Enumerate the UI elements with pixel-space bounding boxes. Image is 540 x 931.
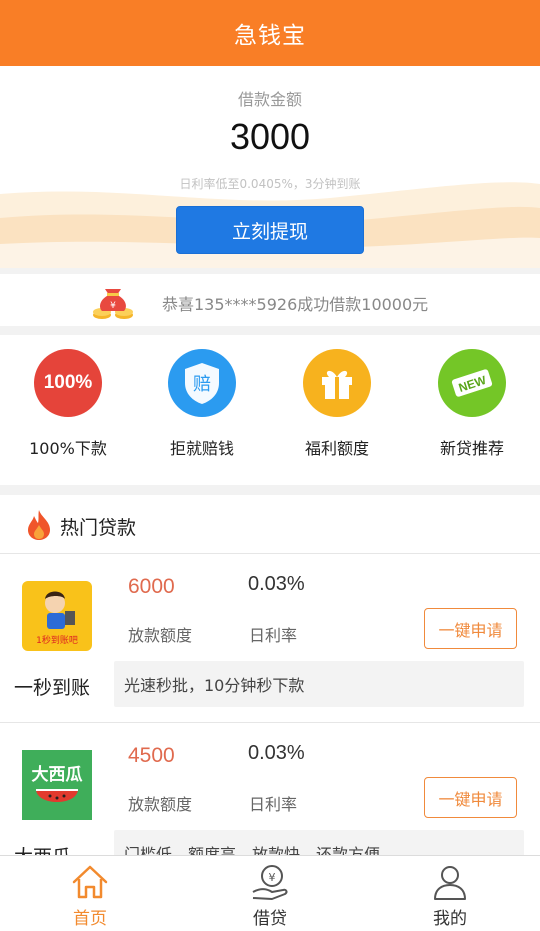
logo-text: 大西瓜 [32, 764, 83, 785]
feature-compensation[interactable]: 赔 拒就赔钱 [142, 349, 262, 459]
app-title: 急钱宝 [234, 23, 306, 49]
loan-icon: ¥ [252, 865, 288, 900]
shield-icon: 赔 [168, 349, 236, 417]
loan-hero: 借款金额 3000 日利率低至0.0405%，3分钟到账 立刻提现 [0, 66, 540, 268]
feature-guaranteed[interactable]: 100% 100%下款 [8, 349, 128, 459]
amount-label: 放款额度 [128, 795, 193, 814]
rate-label: 日利率 [249, 795, 298, 814]
withdraw-button[interactable]: 立刻提现 [176, 206, 364, 254]
loan-amount: 6000 [128, 575, 175, 598]
hot-loans-section: 热门贷款 1秒到账吧 一秒到账 6000 0.03% 放款额度 日利率 一键申请… [0, 495, 540, 892]
rate-text: 日利率低至0.0405%，3分钟到账 [179, 177, 361, 191]
bottom-tab-bar: 首页 ¥ 借贷 我的 [0, 855, 540, 931]
rate-label: 日利率 [249, 626, 298, 645]
feature-new-loan[interactable]: NEW 新贷推荐 [412, 349, 532, 459]
notice-bar: ¥ 恭喜135****5926成功借款10000元 [0, 274, 540, 326]
tab-home[interactable]: 首页 [30, 862, 150, 929]
feature-label: 福利额度 [304, 439, 369, 458]
tab-mine[interactable]: 我的 [390, 862, 510, 929]
tab-label: 首页 [73, 909, 107, 929]
gift-icon [303, 349, 371, 417]
section-header: 热门贷款 [0, 495, 540, 554]
loan-amount: 3000 [229, 116, 311, 157]
daily-rate: 0.03% [248, 573, 305, 595]
product-logo: 1秒到账吧 [22, 581, 92, 651]
tab-label: 借贷 [253, 909, 287, 929]
svg-text:¥: ¥ [110, 301, 116, 311]
amount-label: 借款金额 [237, 90, 302, 109]
app-header: 急钱宝 [0, 0, 540, 66]
tab-label: 我的 [433, 909, 467, 929]
product-description: 光速秒批，10分钟秒下款 [114, 661, 524, 707]
new-tag-icon: NEW [438, 349, 506, 417]
money-bag-icon: ¥ [93, 289, 133, 319]
home-icon [72, 865, 108, 899]
section-title: 热门贷款 [60, 517, 137, 539]
daily-rate: 0.03% [248, 742, 305, 764]
user-icon [434, 866, 466, 900]
tab-loan[interactable]: ¥ 借贷 [210, 862, 330, 929]
product-name: 一秒到账 [14, 677, 91, 699]
notice-text: 恭喜135****5926成功借款10000元 [162, 295, 429, 314]
apply-button[interactable]: 一键申请 [424, 608, 517, 649]
feature-label: 拒就赔钱 [169, 439, 234, 458]
loan-item[interactable]: 1秒到账吧 一秒到账 6000 0.03% 放款额度 日利率 一键申请 光速秒批… [0, 555, 540, 723]
feature-label: 100%下款 [29, 439, 107, 458]
feature-bonus[interactable]: 福利额度 [277, 349, 397, 459]
product-logo: 大西瓜 [22, 750, 92, 820]
flame-icon [28, 510, 50, 540]
feature-label: 新贷推荐 [439, 439, 504, 458]
svg-text:¥: ¥ [269, 871, 276, 884]
badge-text: 100% [43, 372, 93, 393]
apply-button[interactable]: 一键申请 [424, 777, 517, 818]
amount-label: 放款额度 [128, 626, 193, 645]
feature-grid: 100% 100%下款 赔 拒就赔钱 福利额度 NEW 新贷推荐 [0, 335, 540, 485]
percent-badge-icon: 100% [34, 349, 102, 417]
badge-text: 赔 [193, 374, 211, 395]
logo-text: 1秒到账吧 [36, 634, 78, 646]
loan-amount: 4500 [128, 744, 175, 767]
